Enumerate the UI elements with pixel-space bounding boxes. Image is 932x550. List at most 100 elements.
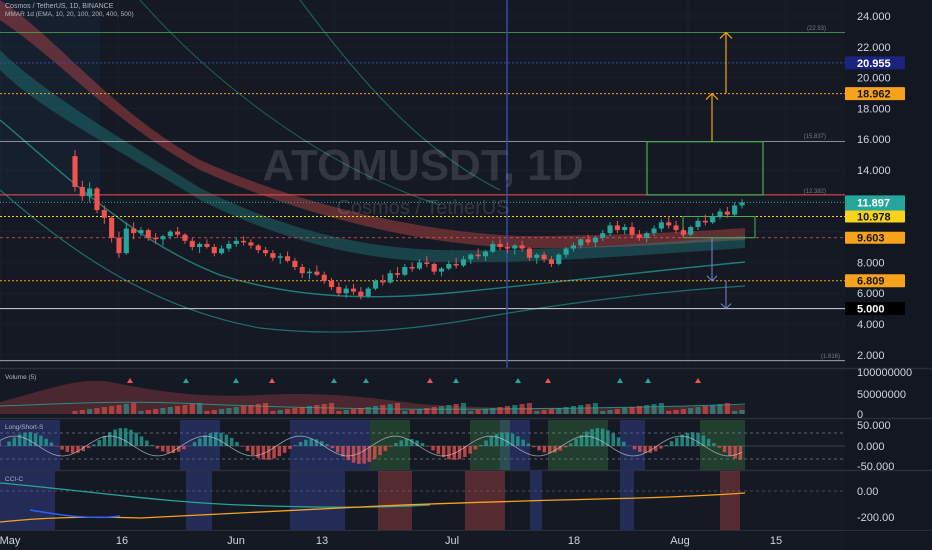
price-tick: 6.000 <box>857 288 885 300</box>
small-label-bottom: (1.616) <box>821 354 840 360</box>
time-tick: Jun <box>227 535 245 547</box>
ls-bar <box>542 446 547 453</box>
volume-bar <box>504 406 511 414</box>
small-label-top-right: (22.93) <box>807 26 826 32</box>
volume-bar <box>263 403 269 414</box>
ls-bar <box>325 444 329 446</box>
candle-body <box>644 233 650 238</box>
volume-bar <box>556 408 562 414</box>
volume-bar <box>138 411 144 414</box>
ls-bar <box>293 445 297 446</box>
candle-body <box>680 230 686 235</box>
ls-bar <box>616 437 621 446</box>
candle-body <box>460 259 467 266</box>
ls-bar <box>722 446 727 453</box>
candle-body <box>468 254 474 260</box>
cci-tick-zero: 0.00 <box>857 486 878 498</box>
candle-body <box>519 245 525 249</box>
ls-bar <box>351 446 356 463</box>
candle-body <box>416 262 423 269</box>
volume-tick-top: 100000000 <box>857 367 912 379</box>
candle-body <box>306 271 313 274</box>
ls-bar <box>123 428 128 446</box>
volume-bar <box>644 405 650 414</box>
ls-bar <box>97 440 101 446</box>
ls-bar <box>182 446 186 450</box>
ls-bar <box>208 432 213 446</box>
volume-bar <box>189 404 195 414</box>
ls-bar <box>532 446 536 448</box>
ls-bar <box>277 446 282 457</box>
candle-body <box>563 248 569 255</box>
trading-chart[interactable]: ATOMUSDT, 1D Cosmos / TetherUS Cosmos / … <box>0 0 932 550</box>
volume-bar <box>123 404 129 414</box>
ls-bar <box>521 439 525 446</box>
ls-bar <box>139 436 144 446</box>
candle-body <box>475 254 481 257</box>
candle-body <box>248 242 254 246</box>
ls-bar <box>145 440 149 446</box>
volume-bar <box>336 411 342 414</box>
volume-title[interactable]: Volume (5) <box>5 374 36 381</box>
volume-bar <box>519 404 525 414</box>
volume-bar <box>673 410 679 414</box>
ls-bar <box>712 443 716 446</box>
volume-bar <box>438 406 445 414</box>
ls-bar <box>309 438 313 446</box>
ls-bar <box>203 435 207 446</box>
price-label-t1: 20.955 <box>857 58 891 70</box>
candle-body <box>109 217 115 238</box>
candle-body <box>167 231 173 237</box>
cci-title[interactable]: CCI-C <box>5 476 23 483</box>
ls-bar <box>219 432 223 446</box>
volume-bar <box>482 409 489 414</box>
candle-body <box>578 239 584 246</box>
ls-bar <box>426 446 430 447</box>
candle-body <box>145 230 151 238</box>
candle-body <box>607 225 613 234</box>
volume-bar <box>365 407 371 414</box>
volume-bar <box>72 411 78 414</box>
cci-band <box>620 471 634 530</box>
candle-body <box>600 233 606 238</box>
ls-bar <box>155 446 160 449</box>
volume-bar <box>94 408 100 414</box>
ls-bar <box>526 443 531 446</box>
longshort-title[interactable]: Long/Short-S <box>5 424 44 431</box>
candle-body <box>394 273 401 275</box>
volume-bar <box>314 405 320 414</box>
ls-bar <box>304 439 308 446</box>
small-label-r1: (15.837) <box>804 134 826 140</box>
volume-bar <box>284 409 291 414</box>
ls-bar <box>118 428 123 446</box>
time-tick: Aug <box>670 535 690 547</box>
ls-bar <box>436 446 441 455</box>
candle-body <box>541 254 547 260</box>
symbol-line[interactable]: Cosmos / TetherUS, 1D, BINANCE <box>5 3 114 10</box>
candle-body <box>277 256 283 258</box>
ls-bar <box>733 446 737 459</box>
volume-bar <box>358 408 364 414</box>
ls-bar <box>240 446 244 447</box>
candle-body <box>72 156 78 187</box>
candle-body <box>666 222 672 226</box>
volume-bar <box>629 407 635 414</box>
volume-bar <box>270 411 276 414</box>
volume-bar <box>292 408 298 414</box>
volume-bar <box>453 404 459 414</box>
current-price-label: 11.897 <box>857 197 890 209</box>
volume-bar <box>109 406 115 414</box>
volume-bar <box>402 411 408 414</box>
indicator-line[interactable]: MMAR 1d (EMA, 10, 20, 100, 200, 400, 500… <box>5 11 134 18</box>
volume-bar <box>490 408 496 414</box>
candle-body <box>263 250 269 254</box>
time-tick: 13 <box>316 535 328 547</box>
volume-bar <box>526 403 533 414</box>
candle-body <box>431 263 437 272</box>
ls-bar <box>585 431 589 446</box>
longshort-tick-zero: 0.000 <box>857 441 885 453</box>
candle-body <box>534 254 540 258</box>
volume-bar <box>636 406 642 414</box>
price-tick: 4.000 <box>857 319 885 331</box>
ls-bar <box>229 437 234 446</box>
